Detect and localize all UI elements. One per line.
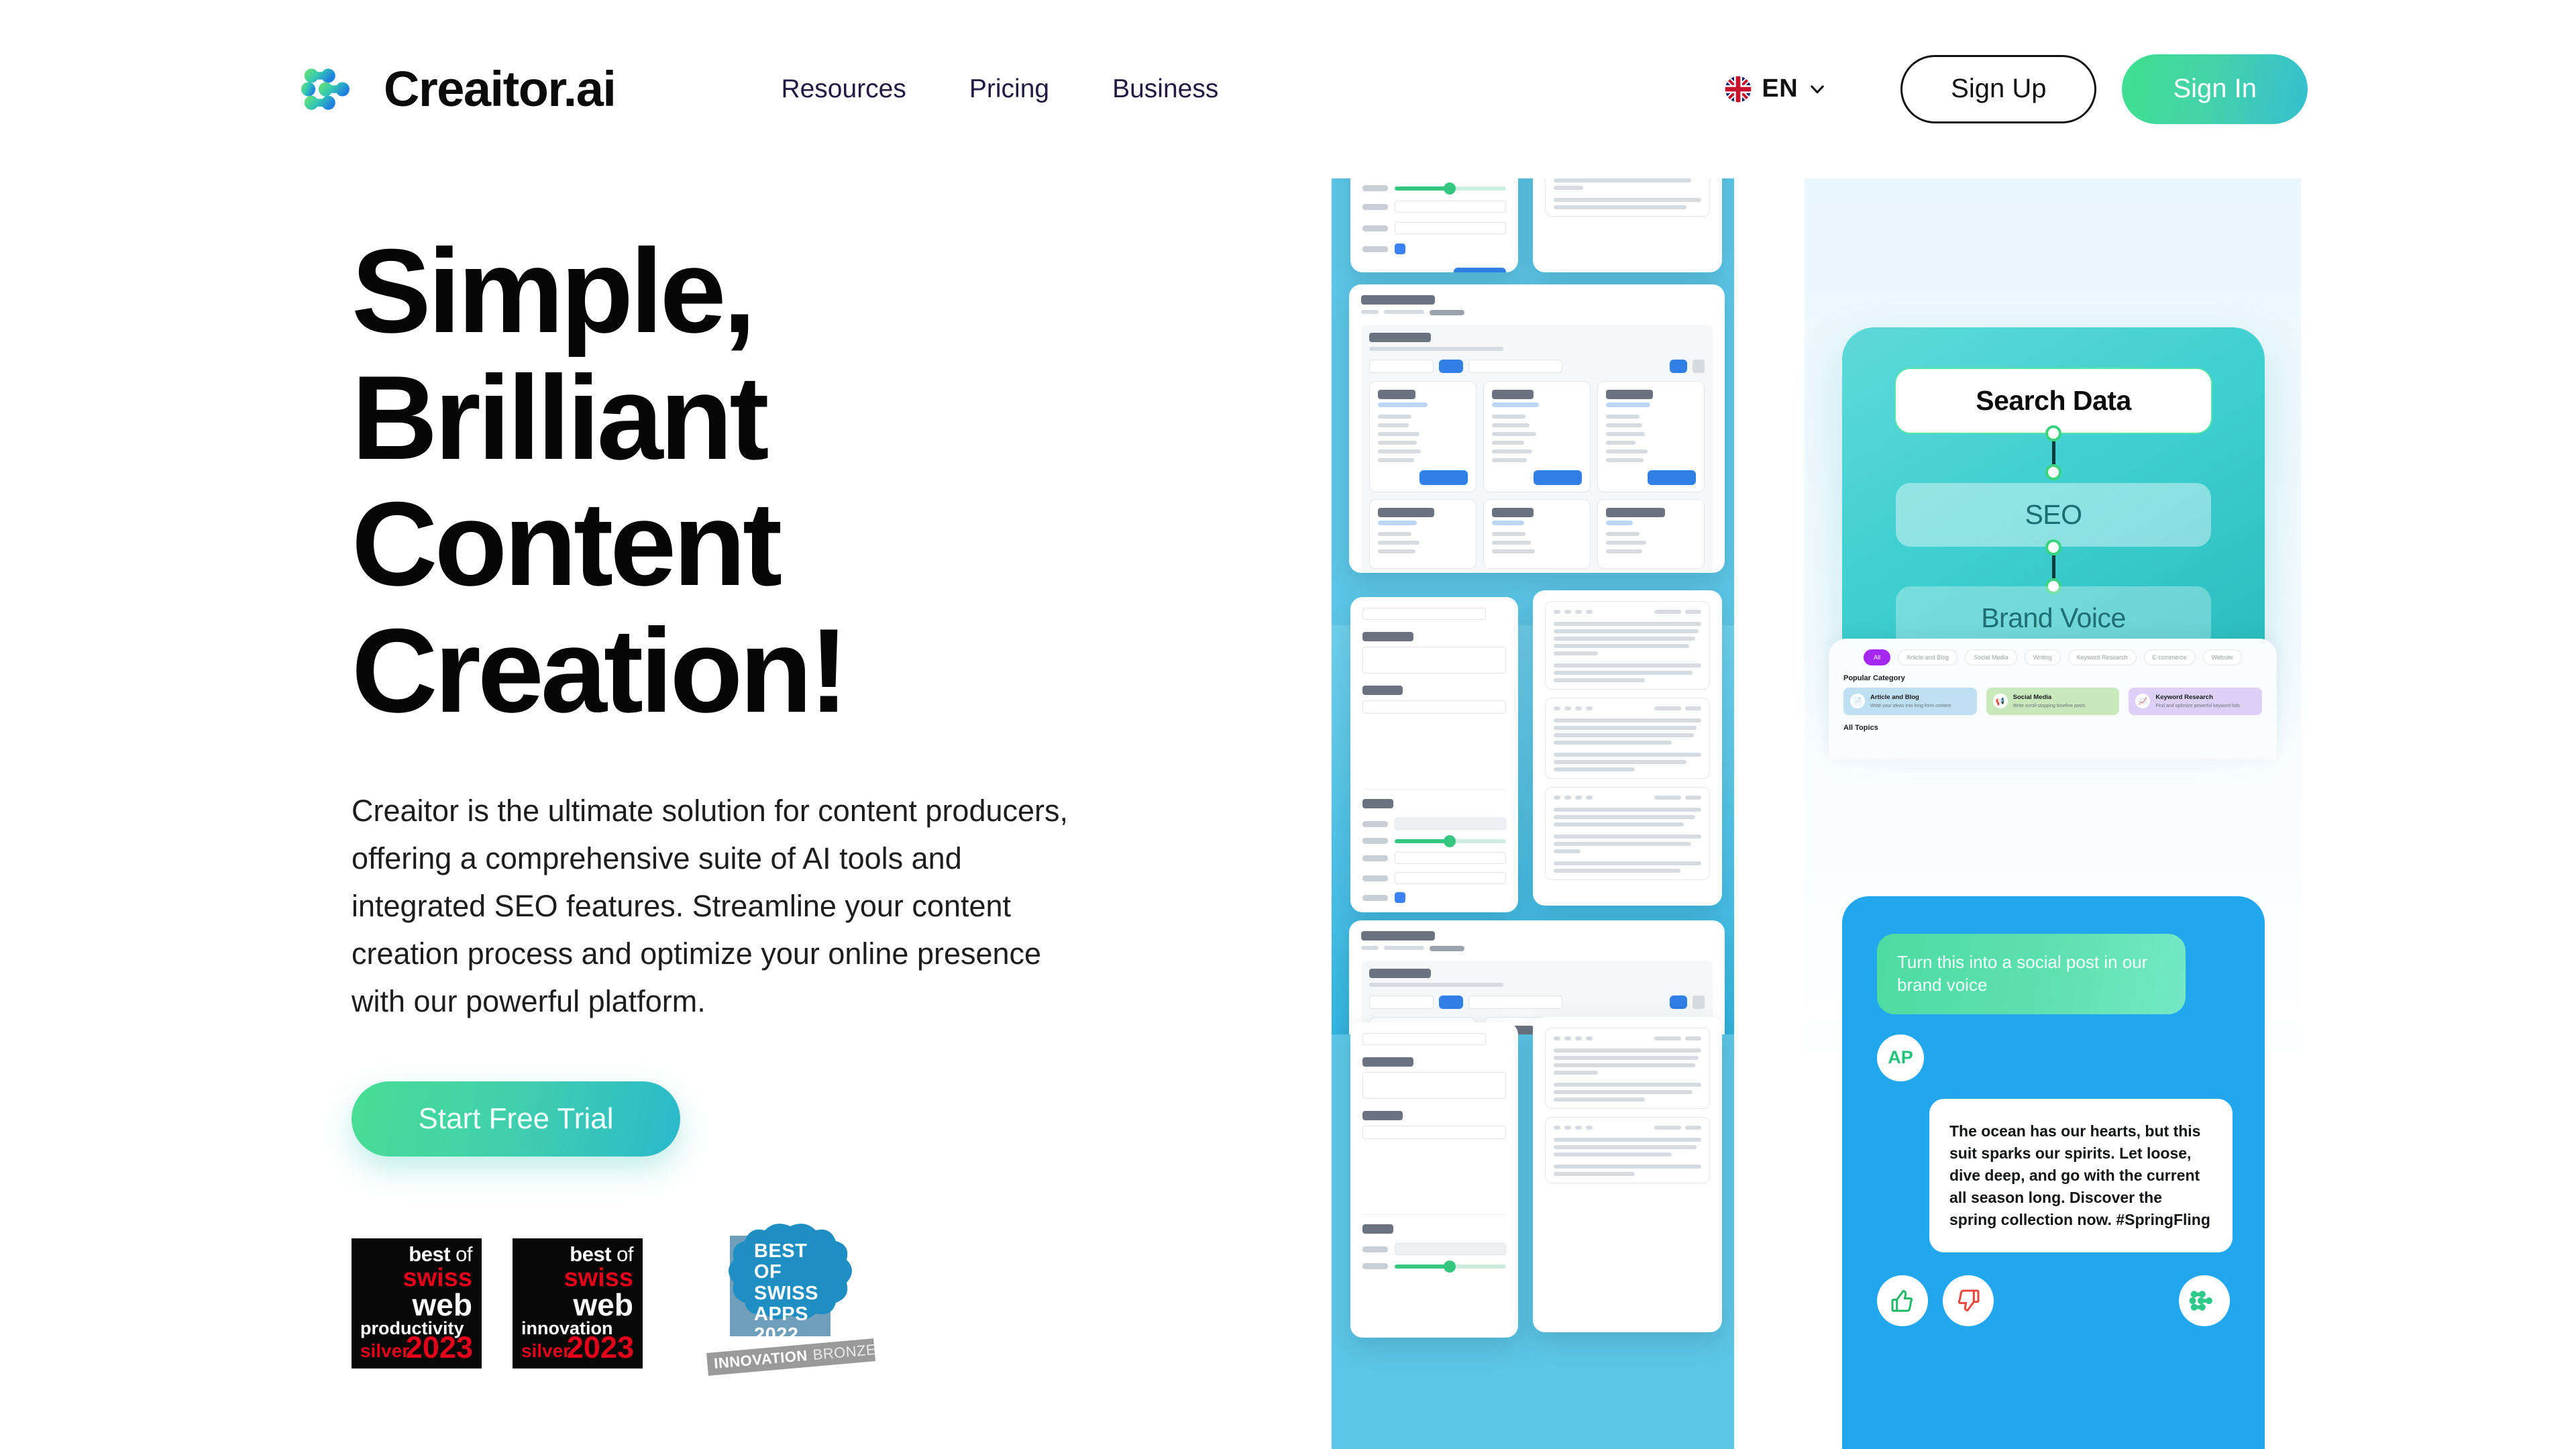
chevron-down-icon — [1811, 85, 1824, 93]
sign-in-button[interactable]: Sign In — [2122, 54, 2308, 124]
award-rank: silver — [360, 1340, 410, 1362]
language-selector[interactable]: EN — [1725, 74, 1827, 103]
flow-step-seo[interactable]: SEO — [1896, 483, 2211, 547]
brand-name: Creaitor.ai — [384, 60, 616, 117]
category-card-subtitle: Write scroll-stopping timeline posts — [2012, 703, 2086, 708]
landing-page: Creaitor.ai Resources Pricing Business E… — [0, 0, 2576, 1449]
avatar: AP — [1877, 1034, 1924, 1081]
flow-step-search-data[interactable]: Search Data — [1896, 369, 2211, 433]
hero-paragraph: Creaitor is the ultimate solution for co… — [352, 793, 1069, 1019]
site-header: Creaitor.ai Resources Pricing Business E… — [0, 0, 2576, 178]
brand-logo[interactable]: Creaitor.ai — [301, 57, 616, 121]
award-web: web — [412, 1287, 472, 1323]
category-chip-writing[interactable]: Writing — [2024, 649, 2061, 665]
thumbs-down-button[interactable] — [1943, 1275, 1994, 1327]
category-card-subtitle: Find and optimize powerful keyword lists — [2155, 703, 2241, 708]
category-card-subtitle: Write your ideas into long-form content — [1870, 703, 1951, 708]
award-web: web — [573, 1287, 633, 1323]
category-card-title: Keyword Research — [2155, 694, 2213, 701]
generated-copy-screenshot — [1533, 1017, 1722, 1332]
thumbs-up-button[interactable] — [1877, 1275, 1928, 1327]
nav-item-pricing[interactable]: Pricing — [938, 74, 1081, 104]
page-title: Simple, Brilliant Content Creation! — [352, 224, 1157, 738]
sign-up-button[interactable]: Sign Up — [1900, 54, 2097, 123]
product-screenshot-column — [1332, 178, 1734, 1449]
category-card-title: Social Media — [2012, 694, 2052, 701]
headline-line-3: Content — [352, 477, 782, 611]
megaphone-icon: 📢 — [1992, 694, 2008, 709]
main-nav: Resources Pricing Business — [749, 74, 1250, 104]
content-list-screenshot — [1533, 178, 1722, 272]
award-rank: silver — [521, 1340, 571, 1362]
category-chip-social-media[interactable]: Social Media — [1965, 649, 2017, 665]
document-icon: 📄 — [1850, 694, 1865, 709]
headline-line-4: Creation! — [352, 604, 849, 738]
category-panel: All Article and Blog Social Media Writin… — [1829, 639, 2277, 759]
award-year: 2023 — [405, 1330, 473, 1365]
flow-connector-1 — [2045, 425, 2061, 480]
feature-illustration-column: Search Data SEO Brand Voice All Article … — [1805, 178, 2301, 1449]
thumbs-down-icon — [1958, 1289, 1980, 1311]
nav-item-resources[interactable]: Resources — [749, 74, 937, 104]
product-description-screenshot — [1350, 597, 1518, 912]
category-chip-all[interactable]: All — [1864, 649, 1891, 665]
product-description-screenshot — [1350, 1022, 1518, 1338]
all-topics-label: All Topics — [1843, 723, 1878, 732]
screenshot-band — [1332, 178, 1734, 625]
flow-node-icon — [2045, 464, 2061, 480]
chat-action-row — [1877, 1275, 2230, 1327]
hero-section: Simple, Brilliant Content Creation! Crea… — [352, 224, 1157, 1376]
category-chip-ecommerce[interactable]: E-commerce — [2143, 649, 2196, 665]
screenshot-band — [1332, 590, 1734, 1209]
category-card-keyword-research[interactable]: 📈 Keyword Research Find and optimize pow… — [2129, 688, 2263, 715]
award-best-of-line: best of — [570, 1242, 633, 1267]
creaitor-nodes-logo-icon — [301, 68, 350, 110]
award-badge-swiss-apps: BEST OF SWISS APPS 2022 INNOVATION BRONZE — [703, 1214, 877, 1376]
popular-category-label: Popular Category — [1843, 674, 1905, 682]
category-card-social-media[interactable]: 📢 Social Media Write scroll-stopping tim… — [1986, 688, 2120, 715]
category-card-title: Article and Blog — [1870, 694, 1919, 701]
uk-flag-icon — [1725, 76, 1752, 102]
nav-item-business[interactable]: Business — [1081, 74, 1250, 104]
category-card-article-and-blog[interactable]: 📄 Article and Blog Write your ideas into… — [1843, 688, 1977, 715]
language-label: EN — [1762, 74, 1799, 103]
flow-node-icon — [2045, 539, 2061, 555]
award-best-of-line: best of — [409, 1242, 472, 1267]
award-title: BEST OF SWISS APPS 2022 — [754, 1240, 818, 1346]
screenshot-band — [1332, 1017, 1734, 1449]
category-chip-keyword-research[interactable]: Keyword Research — [2068, 649, 2137, 665]
headline-line-1: Simple, — [352, 224, 756, 358]
flow-node-icon — [2045, 425, 2061, 441]
creaitor-nodes-logo-icon — [2189, 1291, 2212, 1311]
start-free-trial-button[interactable]: Start Free Trial — [352, 1081, 680, 1157]
awards-row: best of swiss web productivity silver 20… — [352, 1214, 1157, 1376]
brand-voice-chat-card: Turn this into a social post in our bran… — [1842, 896, 2265, 1449]
chat-user-message: Turn this into a social post in our bran… — [1877, 934, 2186, 1014]
category-chip-website[interactable]: Website — [2202, 649, 2242, 665]
category-card-grid: 📄 Article and Blog Write your ideas into… — [1843, 688, 2263, 715]
headline-line-2: Brilliant — [352, 350, 769, 484]
category-chip-article-and-blog[interactable]: Article and Blog — [1898, 649, 1958, 665]
generated-copy-screenshot — [1533, 590, 1722, 906]
award-year: 2023 — [566, 1330, 634, 1365]
settings-panel-screenshot — [1350, 178, 1518, 272]
award-badge-productivity: best of swiss web productivity silver 20… — [352, 1238, 482, 1369]
award-badge-innovation: best of swiss web innovation silver 2023 — [513, 1238, 643, 1369]
chart-icon: 📈 — [2135, 694, 2151, 709]
keyword-research-screenshot — [1349, 284, 1725, 573]
regenerate-with-creaitor-button[interactable] — [2179, 1275, 2230, 1327]
thumbs-up-icon — [1891, 1290, 1913, 1312]
chat-ai-message: The ocean has our hearts, but this suit … — [1929, 1098, 2233, 1253]
header-actions: EN Sign Up Sign In — [1725, 54, 2308, 124]
category-chip-row: All Article and Blog Social Media Writin… — [1843, 649, 2262, 665]
